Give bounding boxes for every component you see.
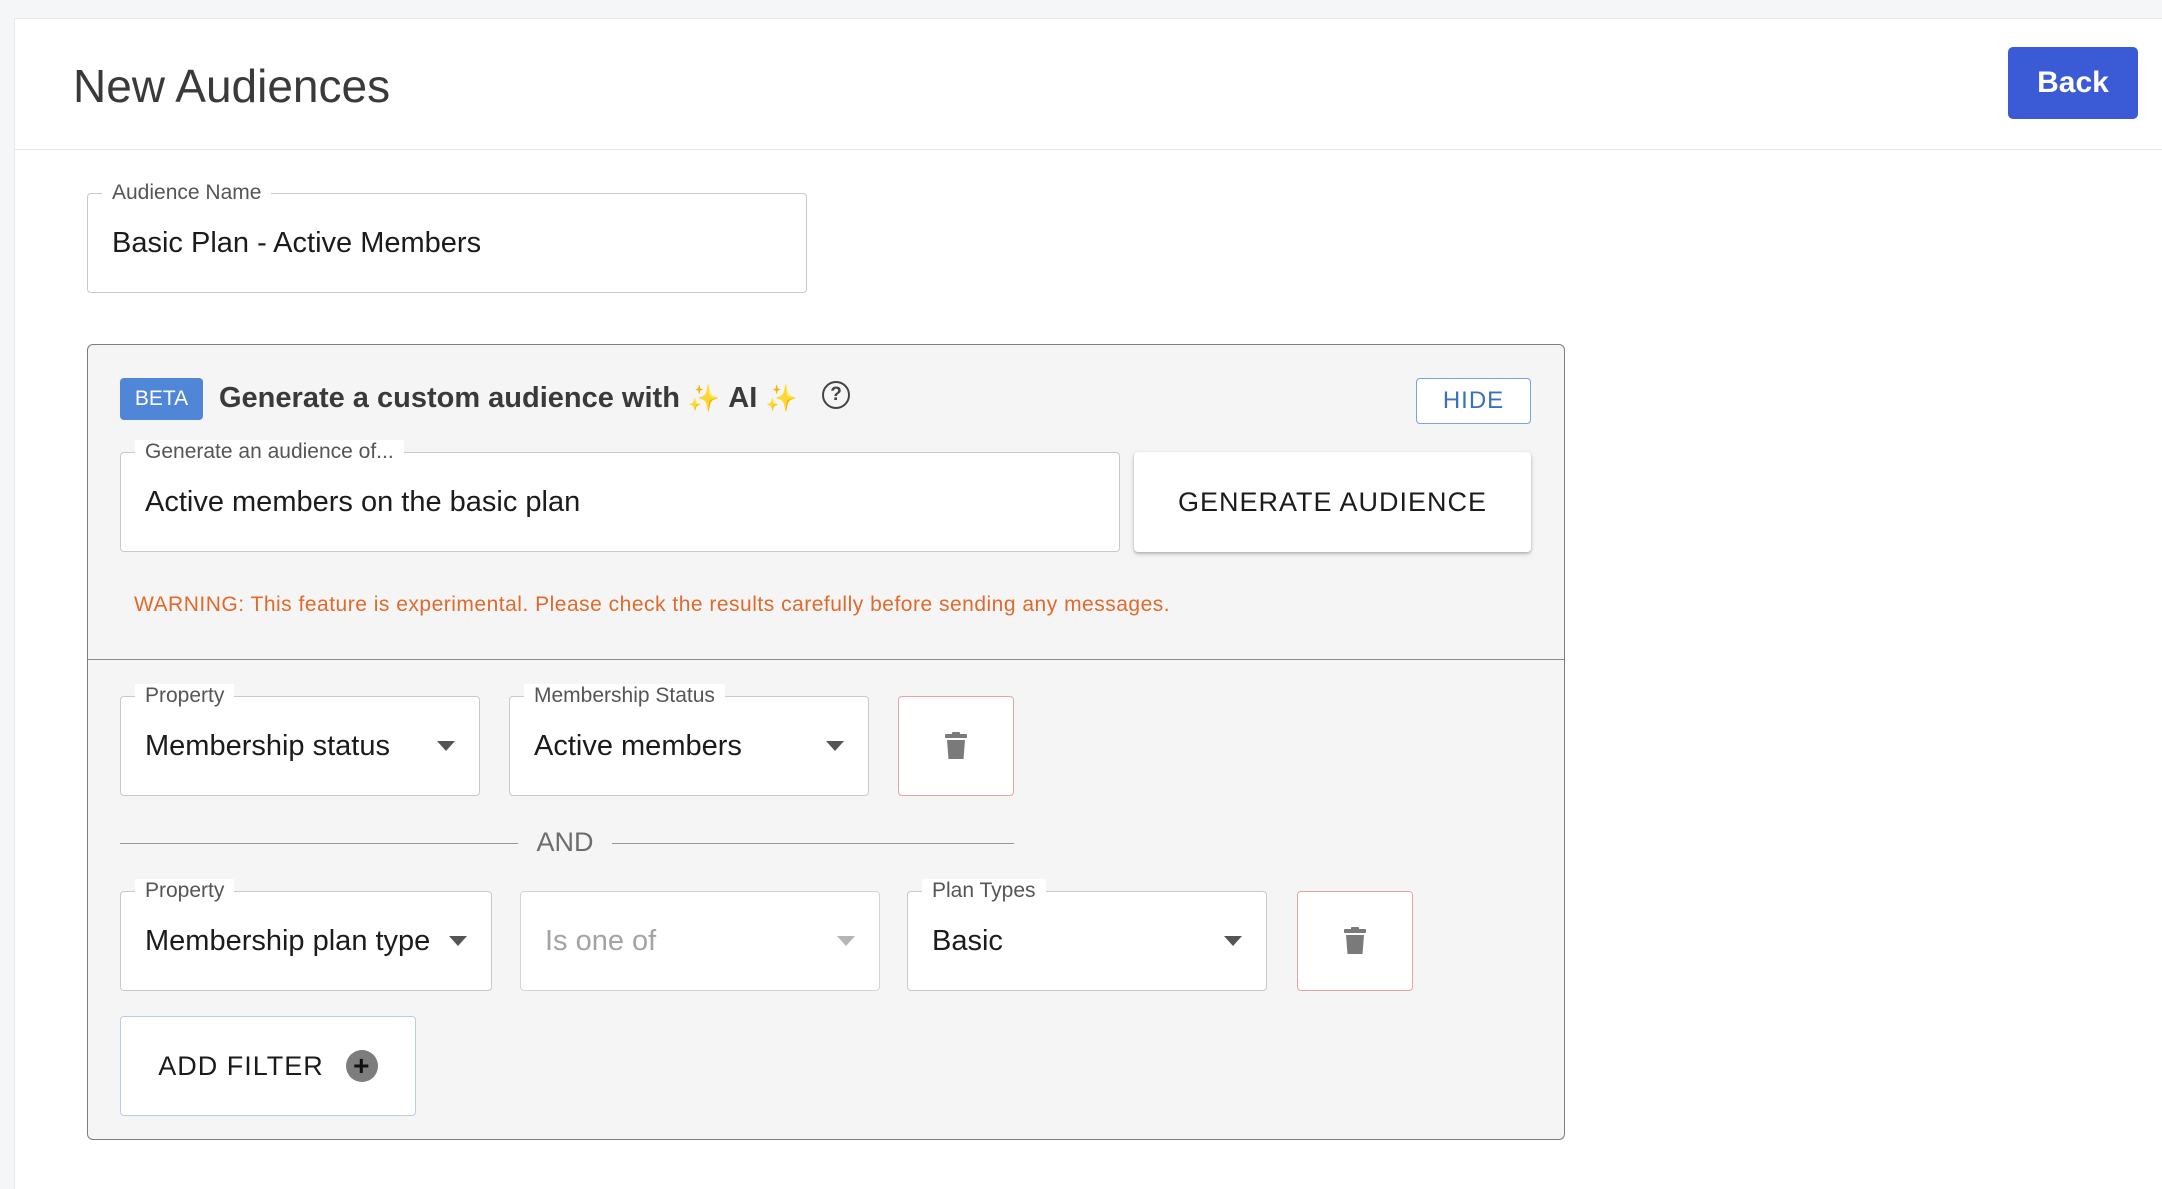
page-title: New Audiences: [73, 60, 391, 112]
trash-icon: [945, 732, 967, 759]
filter-1-property-value: Membership status: [145, 729, 390, 762]
filter-2-operator-select: Is one of: [520, 891, 880, 991]
filter-2-delete-button[interactable]: [1297, 891, 1413, 991]
caret-down-icon: [837, 936, 855, 946]
beta-badge: BETA: [120, 378, 203, 420]
page-header: New Audiences Back: [15, 19, 2162, 150]
filter-1-value-value: Active members: [534, 729, 742, 762]
section-divider: [88, 659, 1564, 660]
filter-2-property-value: Membership plan type: [145, 924, 431, 957]
and-label: AND: [536, 827, 594, 857]
trash-icon: [1344, 927, 1366, 954]
ai-audience-panel: BETA Generate a custom audience with ✨ A…: [87, 344, 1565, 1140]
and-separator: AND: [120, 823, 1014, 863]
and-line-right: [612, 843, 1014, 844]
experimental-warning: WARNING: This feature is experimental. P…: [134, 593, 1171, 616]
filter-1-delete-button[interactable]: [898, 696, 1014, 796]
filter-2-value-select[interactable]: Plan Types Basic: [907, 879, 1267, 991]
generate-audience-button[interactable]: GENERATE AUDIENCE: [1134, 452, 1531, 552]
hide-button[interactable]: HIDE: [1416, 378, 1531, 424]
filter-2-value-value: Basic: [932, 924, 1003, 957]
audience-prompt-value[interactable]: Active members on the basic plan: [145, 453, 580, 551]
filter-2-property-select[interactable]: Property Membership plan type: [120, 879, 492, 991]
page: New Audiences Back Audience Name Basic P…: [14, 18, 2162, 1189]
help-circle-icon[interactable]: ?: [822, 381, 850, 409]
filter-2-operator-value: Is one of: [545, 924, 657, 957]
ai-title-prefix: Generate a custom audience with: [219, 382, 680, 414]
sparkle-icon: ✨: [687, 383, 721, 413]
audience-name-value[interactable]: Basic Plan - Active Members: [112, 194, 481, 292]
caret-down-icon: [449, 936, 467, 946]
and-line-left: [120, 843, 518, 844]
ai-title-ai: AI: [728, 382, 758, 414]
audience-name-field[interactable]: Audience Name Basic Plan - Active Member…: [87, 181, 807, 293]
filter-1-property-select[interactable]: Property Membership status: [120, 684, 480, 796]
ai-panel-title: Generate a custom audience with ✨ AI ✨: [219, 382, 798, 415]
add-filter-button[interactable]: ADD FILTER +: [120, 1016, 416, 1116]
back-button[interactable]: Back: [2008, 47, 2138, 119]
caret-down-icon: [437, 741, 455, 751]
caret-down-icon: [826, 741, 844, 751]
filter-1-value-select[interactable]: Membership Status Active members: [509, 684, 869, 796]
audience-prompt-field[interactable]: Generate an audience of... Active member…: [120, 440, 1120, 552]
sparkle-icon: ✨: [765, 383, 798, 413]
add-filter-label: ADD FILTER: [158, 1050, 324, 1081]
plus-circle-icon: +: [345, 1050, 378, 1082]
caret-down-icon: [1224, 936, 1242, 946]
